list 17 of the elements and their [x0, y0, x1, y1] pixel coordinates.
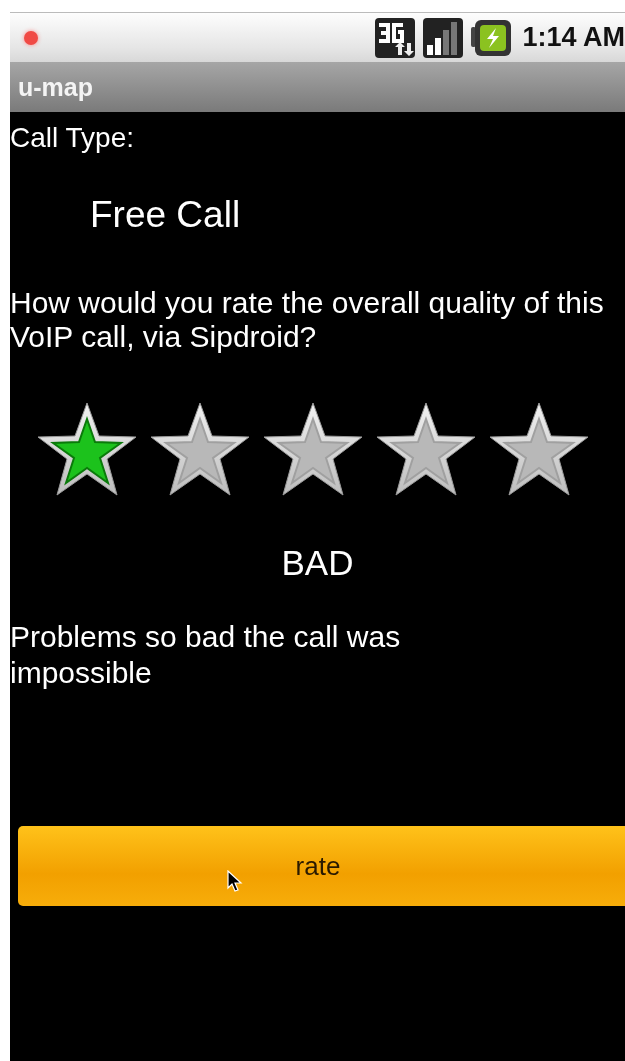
- rating-description: Problems so bad the call was impossible: [10, 619, 402, 692]
- mouse-pointer-icon: [227, 870, 243, 892]
- app-title: u-map: [18, 72, 93, 102]
- rate-button[interactable]: rate: [18, 826, 625, 907]
- question-text: How would you rate the overall quality of this VoIP call, via Sipdroid?: [10, 286, 605, 354]
- empty-star-icon[interactable]: [261, 401, 364, 498]
- clock: 1:14 AM: [522, 22, 625, 53]
- empty-star-icon[interactable]: [148, 401, 251, 498]
- filled-star-icon[interactable]: [35, 401, 138, 498]
- notification-dot-icon: [24, 30, 38, 45]
- empty-star-icon[interactable]: [374, 401, 477, 498]
- call-type-value: Free Call: [90, 194, 242, 236]
- network-3g-icon: [374, 16, 417, 59]
- call-type-label: Call Type:: [10, 122, 135, 154]
- signal-icon: [422, 16, 465, 59]
- rating-verdict: BAD: [280, 543, 355, 584]
- empty-star-icon[interactable]: [487, 401, 590, 498]
